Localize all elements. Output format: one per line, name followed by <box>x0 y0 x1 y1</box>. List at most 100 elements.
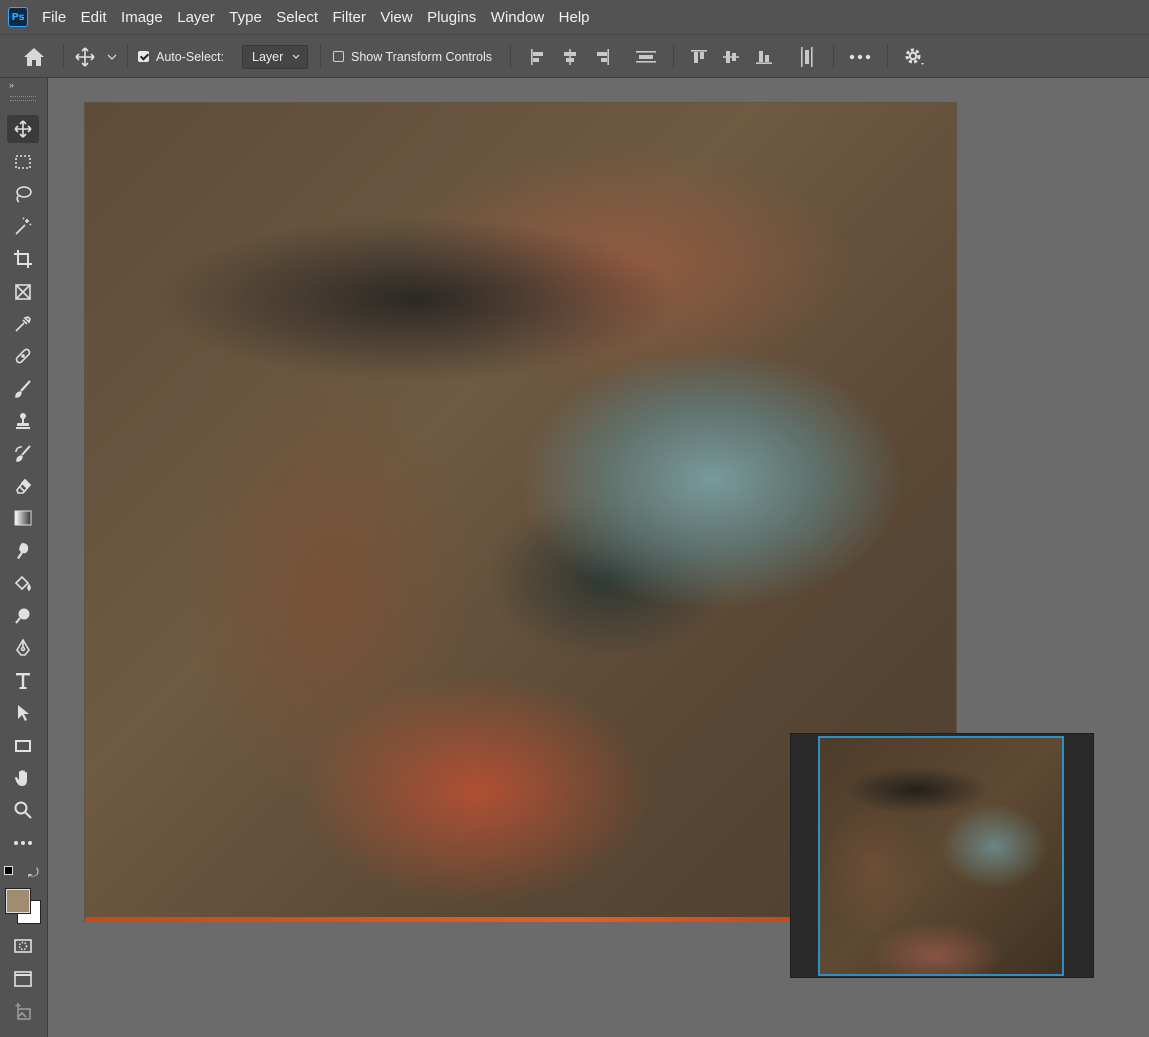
healing-brush-tool[interactable] <box>7 342 39 370</box>
gradient-icon <box>14 510 32 526</box>
brush-tool[interactable] <box>7 375 39 403</box>
more-options-button[interactable] <box>849 35 871 78</box>
rectangle-icon <box>15 740 31 752</box>
magic-wand-tool[interactable] <box>7 213 39 241</box>
align-left-edges-button[interactable] <box>529 35 547 78</box>
menu-edit[interactable]: Edit <box>81 9 107 26</box>
default-colors-button[interactable] <box>4 866 16 878</box>
menu-window[interactable]: Window <box>491 9 544 26</box>
sparkle-image-icon <box>15 1003 31 1020</box>
move-icon <box>75 46 95 67</box>
generative-fill-button[interactable] <box>7 998 39 1026</box>
menu-plugins[interactable]: Plugins <box>427 9 476 26</box>
options-bar: Auto-Select: Layer Show Transform Contro… <box>0 34 1149 78</box>
arrow-icon <box>18 705 29 721</box>
menu-file[interactable]: File <box>42 9 66 26</box>
menu-type[interactable]: Type <box>229 9 262 26</box>
rectangular-marquee-tool[interactable] <box>7 148 39 176</box>
align-left-icon <box>531 48 543 65</box>
type-tool[interactable] <box>7 667 39 695</box>
dodge-icon <box>15 608 30 624</box>
align-horizontal-centers-button[interactable] <box>561 35 579 78</box>
home-icon <box>24 47 44 66</box>
reference-image-panel[interactable] <box>790 733 1094 978</box>
align-right-icon <box>597 48 609 65</box>
align-vertical-centers-button[interactable] <box>722 35 740 78</box>
align-center-icon <box>564 48 576 65</box>
marquee-icon <box>15 155 31 169</box>
crop-tool[interactable] <box>7 245 39 273</box>
paint-bucket-tool[interactable] <box>7 569 39 597</box>
magic-wand-icon <box>15 217 32 235</box>
lasso-icon <box>16 186 32 203</box>
align-top-icon <box>691 49 707 63</box>
menu-filter[interactable]: Filter <box>333 9 366 26</box>
hand-tool[interactable] <box>7 764 39 792</box>
tools-panel: » ⤾ <box>0 78 48 1037</box>
eraser-tool[interactable] <box>7 472 39 500</box>
distribute-vertically-button[interactable] <box>798 35 816 78</box>
settings-button[interactable] <box>903 35 927 78</box>
move-tool[interactable] <box>7 115 39 143</box>
auto-select-checkbox[interactable] <box>138 51 149 62</box>
panel-grip[interactable] <box>10 96 36 101</box>
align-bottom-edges-button[interactable] <box>755 35 773 78</box>
align-middle-icon <box>723 50 739 63</box>
menu-help[interactable]: Help <box>559 9 590 26</box>
gear-icon <box>905 48 924 65</box>
artwork-bottom-edge <box>85 917 790 922</box>
foreground-color-swatch[interactable] <box>6 889 30 913</box>
path-selection-tool[interactable] <box>7 699 39 727</box>
tool-preset-picker[interactable] <box>74 35 118 78</box>
eyedropper-icon <box>15 316 31 332</box>
menu-bar: Ps File Edit Image Layer Type Select Fil… <box>0 0 1149 34</box>
zoom-icon <box>14 801 32 819</box>
distribute-horizontally-button[interactable] <box>635 35 657 78</box>
menu-layer[interactable]: Layer <box>177 9 215 26</box>
menu-image[interactable]: Image <box>121 9 163 26</box>
hand-icon <box>15 770 27 786</box>
eraser-icon <box>16 478 32 494</box>
swap-colors-icon[interactable]: ⤾ <box>28 865 39 881</box>
photoshop-logo-icon: Ps <box>8 7 28 27</box>
crop-icon <box>14 250 32 268</box>
bucket-icon <box>14 575 31 592</box>
smudge-icon <box>17 543 29 559</box>
more-tools-button[interactable] <box>7 829 39 857</box>
type-icon <box>16 673 30 689</box>
chevron-down-icon <box>292 54 300 59</box>
frame-tool[interactable] <box>7 278 39 306</box>
menu-view[interactable]: View <box>380 9 412 26</box>
align-right-edges-button[interactable] <box>593 35 611 78</box>
align-bottom-icon <box>756 50 772 64</box>
distribute-icon <box>636 50 656 63</box>
screen-mode-icon <box>14 971 32 987</box>
eyedropper-tool[interactable] <box>7 310 39 338</box>
collapse-panel-icon[interactable]: » <box>9 80 14 90</box>
dodge-tool[interactable] <box>7 602 39 630</box>
history-brush-tool[interactable] <box>7 440 39 468</box>
pen-tool[interactable] <box>7 634 39 662</box>
auto-select-target-dropdown[interactable]: Layer <box>242 44 308 69</box>
quick-mask-button[interactable] <box>7 932 39 960</box>
home-button[interactable] <box>22 35 46 78</box>
more-icon <box>849 54 871 59</box>
lasso-tool[interactable] <box>7 180 39 208</box>
bandage-icon <box>15 348 31 364</box>
auto-select-target-value: Layer <box>252 49 284 64</box>
distribute-vertical-icon <box>801 46 813 67</box>
quick-mask-icon <box>14 939 32 953</box>
frame-icon <box>15 284 31 300</box>
rectangle-tool[interactable] <box>7 732 39 760</box>
menu-select[interactable]: Select <box>276 9 318 26</box>
more-icon <box>14 841 32 845</box>
smudge-tool[interactable] <box>7 537 39 565</box>
screen-mode-button[interactable] <box>7 965 39 993</box>
align-top-edges-button[interactable] <box>690 35 708 78</box>
show-transform-controls-checkbox[interactable] <box>333 51 344 62</box>
reference-photo <box>818 736 1064 976</box>
clone-stamp-tool[interactable] <box>7 407 39 435</box>
gradient-tool[interactable] <box>7 504 39 532</box>
zoom-tool[interactable] <box>7 796 39 824</box>
show-transform-controls-label: Show Transform Controls <box>351 49 493 64</box>
